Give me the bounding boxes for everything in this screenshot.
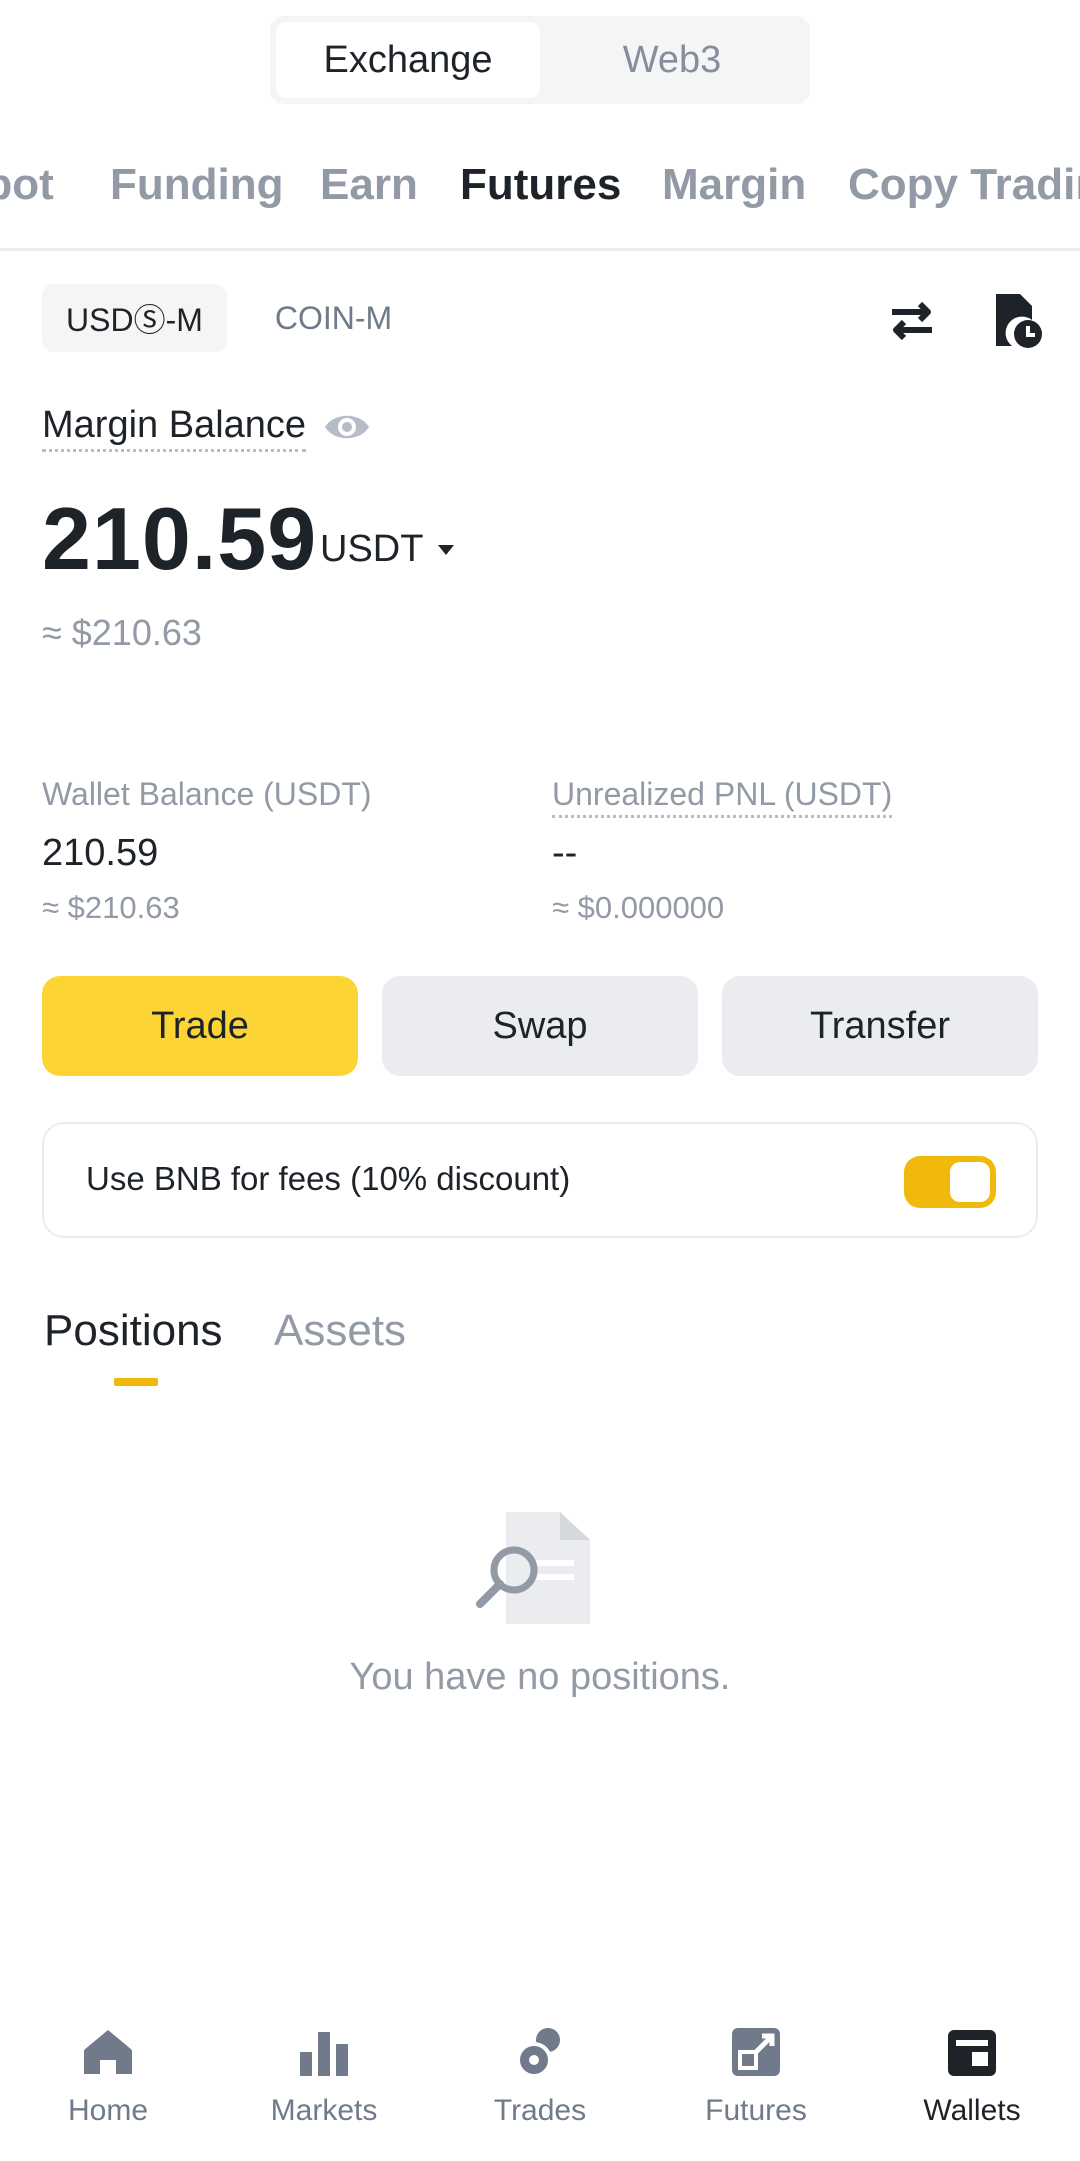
tab-funding[interactable]: Funding bbox=[110, 160, 284, 210]
unrealized-pnl-value: -- bbox=[552, 832, 578, 874]
eye-icon[interactable] bbox=[322, 402, 372, 452]
bottom-nav: Home Markets Trades Futures Wallets bbox=[0, 2010, 1080, 2161]
bar-chart-icon bbox=[300, 2032, 348, 2076]
history-icon[interactable] bbox=[986, 290, 1046, 350]
segment-exchange[interactable]: Exchange bbox=[276, 22, 540, 98]
active-tab-indicator bbox=[114, 1378, 158, 1386]
wallet-type-tabs: Spot Funding Earn Futures Margin Copy Tr… bbox=[0, 150, 1080, 251]
nav-trades-label: Trades bbox=[493, 2094, 587, 2127]
trades-icon bbox=[516, 2028, 560, 2078]
coin-m-option[interactable]: COIN-M bbox=[251, 284, 416, 352]
wallet-balance-label: Wallet Balance (USDT) bbox=[42, 776, 372, 812]
trade-button[interactable]: Trade bbox=[42, 976, 358, 1076]
bnb-fee-toggle[interactable] bbox=[904, 1156, 996, 1208]
nav-home-label: Home bbox=[67, 2094, 149, 2127]
nav-markets-label: Markets bbox=[270, 2094, 378, 2127]
tab-margin[interactable]: Margin bbox=[662, 160, 806, 210]
wallet-balance-usd: ≈ $210.63 bbox=[42, 890, 180, 925]
tab-futures[interactable]: Futures bbox=[460, 160, 621, 210]
nav-home[interactable]: Home bbox=[0, 2010, 216, 2128]
tab-earn[interactable]: Earn bbox=[320, 160, 418, 210]
tab-spot[interactable]: Spot bbox=[0, 160, 54, 210]
caret-down-icon[interactable] bbox=[436, 540, 456, 560]
transfer-button[interactable]: Transfer bbox=[722, 976, 1038, 1076]
nav-wallets[interactable]: Wallets bbox=[864, 2010, 1080, 2128]
futures-icon bbox=[732, 2028, 780, 2076]
nav-wallets-label: Wallets bbox=[923, 2094, 1021, 2127]
swap-button[interactable]: Swap bbox=[382, 976, 698, 1076]
unrealized-pnl-usd: ≈ $0.000000 bbox=[552, 890, 725, 925]
margin-type-toggle: USDⓈ-M COIN-M bbox=[42, 284, 416, 352]
margin-balance-usd: ≈ $210.63 bbox=[42, 612, 202, 653]
nav-markets[interactable]: Markets bbox=[216, 2010, 432, 2128]
usds-m-option[interactable]: USDⓈ-M bbox=[42, 284, 227, 352]
nav-futures-label: Futures bbox=[705, 2094, 807, 2127]
home-icon bbox=[84, 2030, 132, 2074]
nav-trades[interactable]: Trades bbox=[432, 2010, 648, 2128]
nav-futures[interactable]: Futures bbox=[648, 2010, 864, 2128]
empty-positions-message: You have no positions. bbox=[349, 1656, 731, 1698]
convert-arrows-icon[interactable] bbox=[882, 290, 942, 350]
tab-copy-trading[interactable]: Copy Trading bbox=[848, 160, 1080, 210]
bnb-fee-label: Use BNB for fees (10% discount) bbox=[86, 1160, 571, 1197]
exchange-web3-switch: Exchange Web3 bbox=[270, 16, 810, 104]
margin-balance-label[interactable]: Margin Balance bbox=[42, 404, 307, 452]
unrealized-pnl-label[interactable]: Unrealized PNL (USDT) bbox=[552, 776, 893, 818]
tab-assets[interactable]: Assets bbox=[274, 1306, 406, 1356]
bnb-fee-card: Use BNB for fees (10% discount) bbox=[42, 1122, 1038, 1238]
segment-web3[interactable]: Web3 bbox=[540, 22, 804, 98]
balance-unit-select[interactable]: USDT bbox=[320, 528, 423, 571]
margin-balance-value: 210.59 bbox=[42, 489, 318, 588]
toggle-knob bbox=[950, 1162, 990, 1202]
wallet-balance-value: 210.59 bbox=[42, 832, 159, 874]
tab-positions[interactable]: Positions bbox=[44, 1306, 223, 1356]
wallet-icon bbox=[948, 2030, 996, 2076]
empty-search-icon bbox=[476, 1512, 590, 1624]
